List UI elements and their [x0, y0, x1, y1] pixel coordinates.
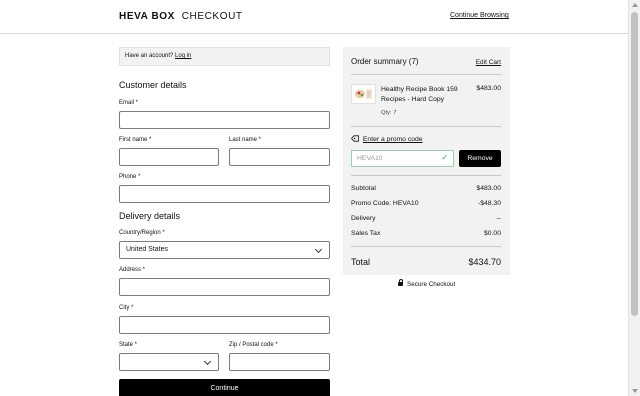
city-label: City *	[119, 305, 134, 311]
phone-field[interactable]	[119, 185, 330, 203]
delivery-label: Delivery	[351, 215, 376, 222]
secure-checkout-label: Secure Checkout	[407, 281, 456, 288]
tag-icon	[350, 135, 359, 142]
enter-promo-code-link[interactable]: Enter a promo code	[363, 136, 423, 143]
delivery-details-title: Delivery details	[119, 211, 181, 221]
promo-row-label: Promo Code: HEVA10	[351, 200, 419, 207]
divider	[351, 175, 501, 176]
edit-cart-link[interactable]: Edit Cart	[476, 59, 501, 66]
country-label: Country/Region *	[119, 230, 165, 236]
brand-subtitle: CHECKOUT	[181, 11, 243, 22]
product-price: $483.00	[476, 85, 501, 92]
country-select[interactable]: United States	[119, 241, 330, 259]
address-field[interactable]	[119, 278, 330, 296]
continue-browsing-link[interactable]: Continue Browsing	[450, 12, 509, 19]
login-banner: Have an account? Log in	[119, 47, 330, 66]
phone-label: Phone *	[119, 174, 141, 180]
scroll-up-arrow-icon[interactable]	[632, 3, 638, 7]
total-label: Total	[351, 257, 371, 267]
continue-button[interactable]: Continue	[119, 379, 330, 396]
checkmark-icon: ✓	[441, 153, 448, 162]
zip-label: Zip / Postal code *	[229, 342, 278, 348]
chevron-down-icon	[314, 245, 323, 254]
divider	[351, 246, 501, 247]
customer-details-title: Customer details	[119, 80, 187, 90]
product-name: Healthy Recipe Book 159 Recipes - Hard C…	[381, 86, 458, 103]
total-value: $434.70	[468, 257, 501, 267]
order-summary-title: Order summary (7)	[351, 57, 419, 66]
email-label: Email *	[119, 100, 139, 106]
promo-code-input[interactable]: HEVA10 ✓	[351, 150, 454, 167]
subtotal-value: $483.00	[476, 185, 501, 192]
remove-promo-button[interactable]: Remove	[459, 150, 501, 167]
first-name-label: First name *	[119, 137, 152, 143]
scroll-down-arrow-icon[interactable]	[632, 389, 638, 393]
first-name-field[interactable]	[119, 148, 219, 166]
delivery-value: --	[496, 215, 501, 222]
email-field[interactable]	[119, 111, 330, 129]
brand-name: HEVA BOX	[119, 11, 175, 22]
page-scrollbar[interactable]	[628, 0, 640, 396]
promo-code-value: HEVA10	[357, 155, 383, 162]
product-quantity: Qty: 7	[381, 110, 397, 116]
zip-field[interactable]	[229, 353, 330, 371]
divider	[351, 74, 501, 75]
country-select-value: United States	[126, 246, 169, 253]
promo-code-toggle[interactable]: Enter a promo code	[350, 135, 423, 143]
login-prompt: Have an account?	[125, 53, 174, 59]
last-name-field[interactable]	[229, 148, 330, 166]
address-label: Address *	[119, 267, 146, 273]
subtotal-label: Subtotal	[351, 185, 376, 192]
sales-tax-label: Sales Tax	[351, 230, 381, 237]
sales-tax-value: $0.00	[483, 230, 501, 237]
chevron-down-icon	[203, 357, 212, 366]
promo-row-value: -$48.30	[477, 200, 501, 207]
brand-logo[interactable]: HEVA BOX CHECKOUT	[119, 11, 243, 22]
secure-checkout: Secure Checkout	[398, 279, 456, 288]
header: HEVA BOX CHECKOUT Continue Browsing	[0, 0, 628, 34]
scrollbar-thumb[interactable]	[631, 12, 638, 316]
product-thumbnail	[351, 84, 376, 104]
order-summary-panel: Order summary (7) Edit Cart Healthy Reci…	[343, 47, 510, 275]
state-label: State *	[119, 342, 138, 348]
divider	[351, 126, 501, 127]
lock-icon	[398, 279, 403, 286]
state-select[interactable]	[119, 353, 219, 371]
last-name-label: Last name *	[229, 137, 262, 143]
login-link[interactable]: Log in	[175, 53, 191, 59]
city-field[interactable]	[119, 316, 330, 334]
